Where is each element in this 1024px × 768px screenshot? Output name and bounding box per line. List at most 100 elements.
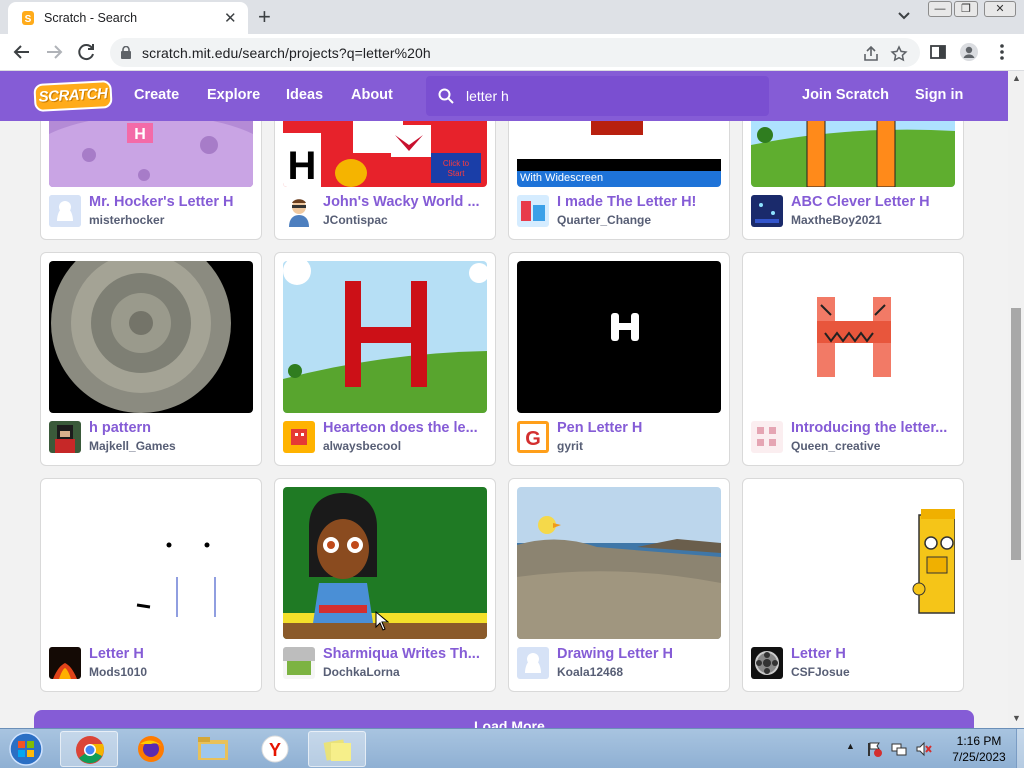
tab-search-chevron-icon[interactable] [895, 9, 913, 23]
project-thumbnail[interactable] [517, 261, 721, 413]
forward-arrow-icon[interactable] [43, 41, 65, 63]
taskbar-chrome[interactable] [60, 731, 118, 767]
windows-start-icon[interactable] [4, 731, 48, 767]
show-hidden-icons-arrow-icon[interactable]: ▲ [846, 741, 855, 751]
project-thumbnail[interactable] [49, 261, 253, 413]
project-author[interactable]: alwaysbecool [323, 439, 401, 453]
restore-button[interactable]: ❐ [954, 1, 978, 17]
project-card[interactable]: G Pen Letter H gyrit [508, 252, 730, 466]
author-avatar[interactable] [283, 421, 315, 453]
action-center-flag-icon[interactable] [866, 741, 882, 757]
author-avatar[interactable] [751, 195, 783, 227]
project-title[interactable]: ABC Clever Letter H [791, 194, 957, 210]
search-input[interactable]: letter h [426, 76, 769, 116]
project-thumbnail[interactable] [751, 487, 955, 639]
project-title[interactable]: Introducing the letter... [791, 420, 957, 436]
project-author[interactable]: misterhocker [89, 213, 164, 227]
author-avatar[interactable] [283, 647, 315, 679]
sign-in-link[interactable]: Sign in [915, 87, 963, 103]
project-title[interactable]: Pen Letter H [557, 420, 723, 436]
project-title[interactable]: John's Wacky World ... [323, 194, 489, 210]
author-avatar[interactable] [751, 421, 783, 453]
address-bar[interactable]: scratch.mit.edu/search/projects?q=letter… [110, 38, 920, 67]
scroll-up-arrow-icon[interactable]: ▲ [1012, 73, 1021, 83]
project-author[interactable]: MaxtheBoy2021 [791, 213, 882, 227]
project-author[interactable]: Koala12468 [557, 665, 623, 679]
project-card[interactable]: Sharmiqua Writes Th... DochkaLorna [274, 478, 496, 692]
kebab-menu-icon[interactable] [992, 42, 1012, 62]
project-title[interactable]: I made The Letter H! [557, 194, 723, 210]
project-title[interactable]: Letter H [791, 646, 957, 662]
project-title[interactable]: Letter H [89, 646, 255, 662]
nav-create[interactable]: Create [134, 87, 179, 103]
taskbar-yandex[interactable]: Y [246, 731, 304, 767]
project-thumbnail[interactable] [283, 487, 487, 639]
nav-ideas[interactable]: Ideas [286, 87, 323, 103]
project-thumbnail[interactable] [517, 487, 721, 639]
nav-explore[interactable]: Explore [207, 87, 260, 103]
project-thumbnail[interactable] [751, 261, 955, 413]
load-more-label: Load More [474, 718, 545, 728]
back-arrow-icon[interactable] [11, 41, 33, 63]
new-tab-button[interactable]: + [258, 4, 271, 30]
reload-icon[interactable] [75, 41, 97, 63]
volume-muted-icon[interactable] [916, 741, 932, 757]
browser-toolbar: scratch.mit.edu/search/projects?q=letter… [0, 34, 1024, 71]
project-title[interactable]: Hearteon does the le... [323, 420, 489, 436]
author-avatar[interactable] [751, 647, 783, 679]
taskbar-file-explorer[interactable] [184, 731, 242, 767]
project-card[interactable]: h pattern Majkell_Games [40, 252, 262, 466]
scratch-logo[interactable]: SCRATCH [33, 79, 113, 113]
author-avatar[interactable] [49, 421, 81, 453]
project-author[interactable]: JContispac [323, 213, 388, 227]
page-scrollbar[interactable]: ▲ ▼ [1008, 71, 1024, 728]
project-author[interactable]: gyrit [557, 439, 583, 453]
lock-icon[interactable] [120, 46, 132, 59]
browser-tab[interactable]: S Scratch - Search ✕ [8, 2, 248, 34]
project-thumbnail[interactable] [49, 487, 253, 639]
share-icon[interactable] [862, 45, 880, 63]
project-card[interactable]: Drawing Letter H Koala12468 [508, 478, 730, 692]
side-panel-icon[interactable] [928, 42, 948, 62]
network-icon[interactable] [891, 741, 907, 757]
project-title[interactable]: Drawing Letter H [557, 646, 723, 662]
project-card[interactable]: Letter H CSFJosue [742, 478, 964, 692]
scrollbar-thumb[interactable] [1011, 308, 1021, 560]
project-card[interactable]: Introducing the letter... Queen_creative [742, 252, 964, 466]
author-avatar[interactable] [283, 195, 315, 227]
bookmark-star-icon[interactable] [890, 45, 908, 63]
system-clock[interactable]: 1:16 PM 7/25/2023 [944, 733, 1014, 765]
taskbar-firefox[interactable] [122, 731, 180, 767]
project-author[interactable]: Majkell_Games [89, 439, 176, 453]
project-card[interactable]: Letter H Mods1010 [40, 478, 262, 692]
project-author[interactable]: Mods1010 [89, 665, 147, 679]
project-author[interactable]: DochkaLorna [323, 665, 400, 679]
author-avatar[interactable] [517, 195, 549, 227]
close-window-button[interactable]: ✕ [984, 1, 1016, 17]
author-avatar[interactable] [517, 647, 549, 679]
project-title[interactable]: h pattern [89, 420, 255, 436]
nav-about[interactable]: About [351, 87, 393, 103]
project-author[interactable]: Quarter_Change [557, 213, 651, 227]
project-title[interactable]: Mr. Hocker's Letter H [89, 194, 255, 210]
show-desktop-button[interactable] [1016, 729, 1024, 768]
project-title[interactable]: Sharmiqua Writes Th... [323, 646, 489, 662]
load-more-button[interactable]: Load More [34, 710, 974, 728]
project-author[interactable]: Queen_creative [791, 439, 880, 453]
author-avatar[interactable] [49, 647, 81, 679]
author-avatar[interactable] [49, 195, 81, 227]
scroll-down-arrow-icon[interactable]: ▼ [1012, 713, 1021, 723]
search-value[interactable]: letter h [466, 88, 509, 104]
minimize-button[interactable]: — [928, 1, 952, 17]
project-card[interactable]: Hearteon does the le... alwaysbecool [274, 252, 496, 466]
join-scratch-link[interactable]: Join Scratch [802, 87, 889, 103]
url-text[interactable]: scratch.mit.edu/search/projects?q=letter… [142, 45, 431, 61]
taskbar-sticky-notes[interactable] [308, 731, 366, 767]
author-avatar[interactable]: G [517, 421, 549, 453]
profile-avatar-icon[interactable] [959, 42, 979, 62]
project-thumbnail[interactable] [283, 261, 487, 413]
tab-close-icon[interactable]: ✕ [224, 9, 237, 27]
svg-text:G: G [525, 428, 541, 450]
project-author[interactable]: CSFJosue [791, 665, 850, 679]
folder-icon [198, 737, 228, 760]
